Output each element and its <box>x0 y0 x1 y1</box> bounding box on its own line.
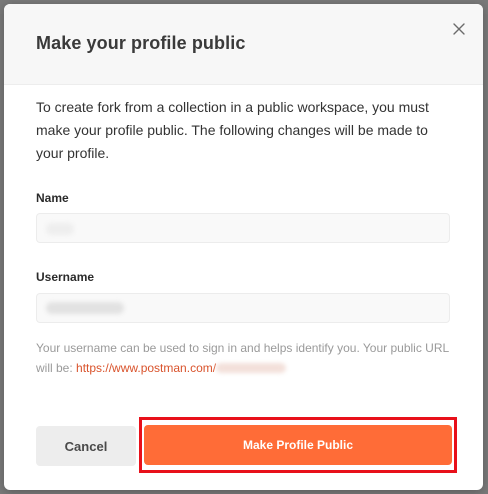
username-value-redacted <box>46 302 124 314</box>
url-username-redacted <box>216 363 287 373</box>
dialog-description: To create fork from a collection in a pu… <box>36 99 429 161</box>
name-input[interactable] <box>36 213 450 243</box>
public-url-text: https://www.postman.com/ <box>76 361 217 375</box>
username-help-text: Your username can be used to sign in and… <box>36 338 456 378</box>
name-label: Name <box>36 191 69 205</box>
cancel-button[interactable]: Cancel <box>36 426 136 466</box>
close-button[interactable] <box>450 20 468 38</box>
dialog-header: Make your profile public <box>4 4 483 85</box>
make-profile-public-button[interactable]: Make Profile Public <box>144 425 452 465</box>
name-value-redacted <box>46 223 74 235</box>
make-profile-public-dialog: Make your profile public To create fork … <box>4 4 483 490</box>
close-icon <box>453 23 465 35</box>
username-label: Username <box>36 270 95 284</box>
public-profile-url-link[interactable]: https://www.postman.com/ <box>76 361 287 375</box>
dialog-title: Make your profile public <box>36 33 246 53</box>
